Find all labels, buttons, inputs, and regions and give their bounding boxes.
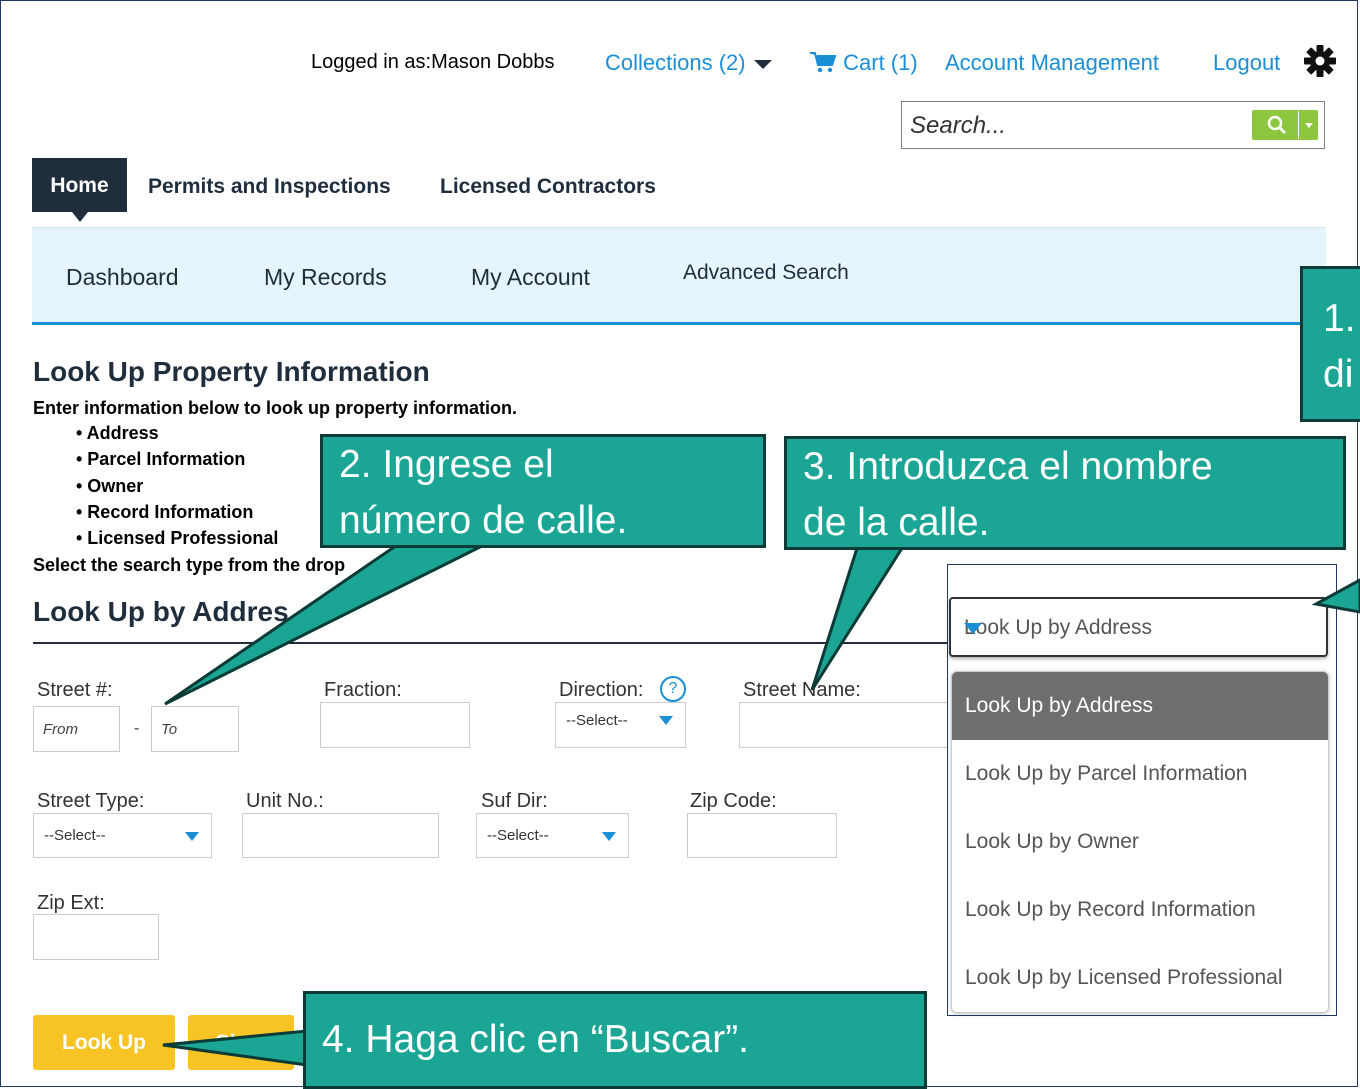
search-type-list: • Address • Parcel Information • Owner •… [76, 423, 278, 554]
zip-ext-input[interactable] [33, 914, 159, 960]
search-type-option-owner[interactable]: Look Up by Owner [952, 808, 1328, 876]
logged-in-text: Logged in as:Mason Dobbs [311, 51, 555, 73]
callout-2: 2. Ingrese el número de calle. [320, 434, 766, 548]
chevron-down-icon [659, 716, 673, 725]
section-title: Look Up by Addres [33, 596, 289, 627]
global-search-button[interactable] [1252, 110, 1318, 140]
street-number-to-input[interactable] [151, 706, 239, 752]
fraction-label: Fraction: [324, 679, 402, 701]
search-type-options: Look Up by Address Look Up by Parcel Inf… [951, 671, 1329, 1013]
intro-text: Enter information below to look up prope… [33, 398, 517, 418]
search-type-select[interactable]: Look Up by Address [949, 597, 1328, 657]
cart-link[interactable]: Cart (1) [809, 50, 918, 76]
direction-select-value: --Select-- [566, 712, 628, 729]
list-item: • Owner [76, 475, 144, 496]
zip-ext-label: Zip Ext: [37, 892, 105, 914]
collections-label: Collections (2) [605, 50, 746, 75]
global-search-input[interactable] [908, 110, 1242, 142]
subnav-my-account[interactable]: My Account [471, 264, 590, 291]
subnav-my-records[interactable]: My Records [264, 264, 387, 291]
nav-permits-tab[interactable]: Permits and Inspections [148, 158, 391, 212]
callout-3-line-1: 3. Introduzca el nombre [803, 445, 1213, 488]
look-up-button[interactable]: Look Up [33, 1015, 175, 1070]
unit-number-input[interactable] [242, 813, 439, 858]
collections-link[interactable]: Collections (2) [605, 50, 772, 76]
suffix-direction-select[interactable]: --Select-- [476, 813, 629, 858]
top-header: Logged in as:Mason Dobbs Collections (2)… [0, 46, 1360, 80]
search-type-option-record[interactable]: Look Up by Record Information [952, 876, 1328, 944]
callout-1: 1. di [1300, 266, 1360, 422]
list-item: • Address [76, 423, 159, 443]
range-dash: - [134, 720, 140, 737]
callout-1-line-1: 1. [1323, 297, 1356, 340]
list-item: • Parcel Information [76, 449, 246, 470]
callout-2-line-1: 2. Ingrese el [339, 443, 554, 486]
page-title: Look Up Property Information [33, 356, 430, 387]
chevron-down-icon [753, 60, 772, 70]
sub-nav: Dashboard My Records My Account Advanced… [32, 227, 1326, 325]
callout-3: 3. Introduzca el nombre de la calle. [784, 436, 1346, 550]
callout-4: 4. Haga clic en “Buscar”. [303, 991, 927, 1089]
chevron-down-icon[interactable] [1304, 122, 1314, 130]
street-type-label: Street Type: [37, 790, 145, 812]
unit-number-label: Unit No.: [246, 790, 324, 812]
list-item: • Record Information [76, 501, 254, 522]
zip-code-label: Zip Code: [690, 790, 777, 812]
callout-3-line-2: de la calle. [803, 501, 990, 544]
chevron-down-icon [185, 831, 199, 841]
street-number-from-input[interactable] [33, 706, 120, 752]
select-type-text: Select the search type from the drop [33, 555, 346, 575]
callout-3-pointer [810, 543, 907, 691]
subnav-advanced-search[interactable]: Advanced Search [683, 261, 849, 285]
street-name-label: Street Name: [743, 679, 861, 701]
account-management-link[interactable]: Account Management [945, 50, 1159, 76]
clear-button[interactable]: Clear [188, 1015, 294, 1070]
logout-link[interactable]: Logout [1213, 50, 1280, 76]
suffix-direction-select-value: --Select-- [487, 827, 549, 844]
search-type-option-parcel[interactable]: Look Up by Parcel Information [952, 740, 1328, 808]
list-item: • Licensed Professional [76, 528, 279, 549]
search-type-option-licensed-professional[interactable]: Look Up by Licensed Professional [952, 944, 1328, 1012]
street-name-input[interactable] [739, 702, 949, 748]
callout-1-line-2: di [1323, 353, 1354, 396]
street-type-select-value: --Select-- [44, 827, 106, 844]
zip-code-input[interactable] [687, 813, 837, 858]
cart-icon [810, 52, 837, 73]
gear-icon[interactable] [1303, 44, 1337, 78]
suffix-direction-label: Suf Dir: [481, 790, 548, 812]
chevron-down-icon [602, 831, 616, 841]
direction-label: Direction: [559, 679, 644, 701]
section-divider [33, 642, 1033, 644]
nav-contractors-tab[interactable]: Licensed Contractors [440, 158, 656, 212]
search-icon [1267, 115, 1286, 134]
search-button-divider [1298, 111, 1299, 139]
street-type-select[interactable]: --Select-- [33, 813, 212, 858]
help-icon[interactable]: ? [660, 676, 686, 702]
direction-select[interactable]: --Select-- [555, 702, 686, 748]
callout-2-line-2: número de calle. [339, 499, 628, 542]
chevron-down-icon [964, 623, 982, 634]
search-type-option-address[interactable]: Look Up by Address [952, 672, 1328, 740]
fraction-input[interactable] [320, 702, 470, 748]
street-number-label: Street #: [37, 679, 113, 701]
search-type-selected: Look Up by Address [964, 616, 1152, 639]
nav-home-tab[interactable]: Home [32, 158, 127, 222]
cart-label: Cart (1) [843, 50, 918, 75]
subnav-dashboard[interactable]: Dashboard [66, 264, 179, 291]
